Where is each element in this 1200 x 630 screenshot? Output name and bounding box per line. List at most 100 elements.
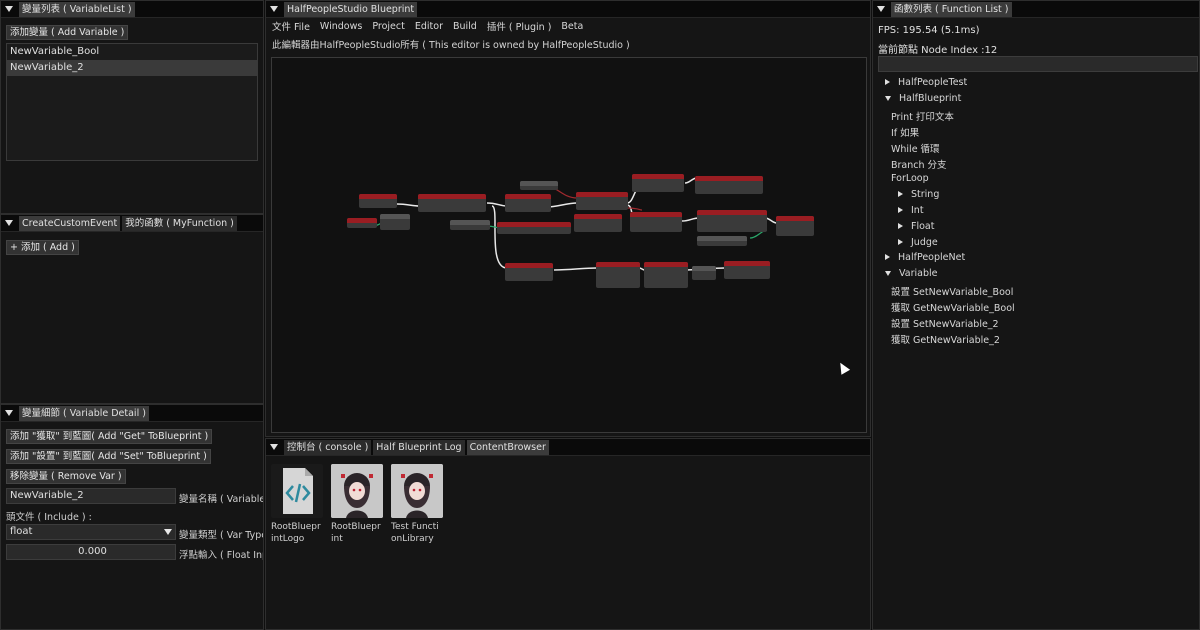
tab-blueprint[interactable]: HalfPeopleStudio Blueprint xyxy=(284,1,418,17)
console-titlebar: 控制台 ( console ) Half Blueprint Log Conte… xyxy=(266,439,870,456)
blueprint-node[interactable] xyxy=(505,194,551,212)
blueprint-node[interactable] xyxy=(418,194,486,212)
tree-item-forloop[interactable]: ForLoop xyxy=(891,173,929,184)
variable-detail-titlebar: 變量細節 ( Variable Detail ) xyxy=(1,405,263,422)
blueprint-node[interactable] xyxy=(630,212,682,232)
tree-item-branch[interactable]: Branch 分支 xyxy=(891,157,947,171)
add-event-button[interactable]: + 添加 ( Add ) xyxy=(6,240,79,255)
tree-item-get-variable-2[interactable]: 獲取 GetNewVariable_2 xyxy=(891,332,1000,346)
link xyxy=(546,202,578,208)
tree-item-halfpeoplenet[interactable]: HalfPeopleNet xyxy=(885,252,965,263)
tree-item-float[interactable]: Float xyxy=(898,221,934,232)
add-variable-button[interactable]: 添加變量 ( Add Variable ) xyxy=(6,25,129,40)
variable-item-bool[interactable]: NewVariable_Bool xyxy=(7,44,257,60)
asset-test-function-library[interactable]: Test FunctionLibrary xyxy=(391,464,443,545)
blueprint-node[interactable] xyxy=(695,176,763,194)
function-list-panel: 函數列表 ( Function List ) FPS: 195.54 (5.1m… xyxy=(872,0,1200,630)
collapse-arrow-icon[interactable] xyxy=(5,410,13,416)
console-panel: 控制台 ( console ) Half Blueprint Log Conte… xyxy=(265,438,871,630)
tree-item-variable[interactable]: Variable xyxy=(885,268,937,279)
collapse-arrow-icon[interactable] xyxy=(877,6,885,12)
asset-thumbnail xyxy=(391,464,443,518)
asset-thumbnail xyxy=(331,464,383,518)
blueprint-node[interactable] xyxy=(724,261,770,279)
variable-list-titlebar: 變量列表 ( VariableList ) xyxy=(1,1,263,18)
add-set-button[interactable]: 添加 "設置" 到藍圖( Add "Set" ToBlueprint ) xyxy=(6,449,211,464)
chevron-right-icon xyxy=(898,239,903,245)
blueprint-node[interactable] xyxy=(450,220,490,230)
collapse-arrow-icon[interactable] xyxy=(270,444,278,450)
blueprint-node[interactable] xyxy=(347,218,377,228)
asset-root-blueprint-logo[interactable]: RootBlueprintLogo xyxy=(271,464,323,545)
collapse-arrow-icon[interactable] xyxy=(5,220,13,226)
menu-build[interactable]: Build xyxy=(453,21,477,32)
variable-list: NewVariable_Bool NewVariable_2 xyxy=(6,43,258,161)
tree-item-set-variable-bool[interactable]: 設置 SetNewVariable_Bool xyxy=(891,284,1013,298)
chevron-right-icon xyxy=(885,254,890,260)
blueprint-node[interactable] xyxy=(576,192,628,210)
blueprint-node[interactable] xyxy=(359,194,397,208)
event-titlebar: CreateCustomEvent 我的函數 ( MyFunction ) xyxy=(1,215,263,232)
blueprint-node[interactable] xyxy=(644,262,688,288)
tree-item-label: Float xyxy=(911,221,935,232)
menu-beta[interactable]: Beta xyxy=(561,21,583,32)
tree-item-if[interactable]: If 如果 xyxy=(891,125,919,139)
tab-function-list[interactable]: 函數列表 ( Function List ) xyxy=(891,1,1012,17)
variable-name-input[interactable]: NewVariable_2 xyxy=(6,488,176,504)
collapse-arrow-icon[interactable] xyxy=(270,6,278,12)
link xyxy=(486,202,508,207)
tab-my-function[interactable]: 我的函數 ( MyFunction ) xyxy=(122,215,237,231)
blueprint-panel: HalfPeopleStudio Blueprint 文件 File Windo… xyxy=(265,0,871,437)
menu-project[interactable]: Project xyxy=(372,21,405,32)
tab-create-custom-event[interactable]: CreateCustomEvent xyxy=(19,215,121,231)
menu-plugin[interactable]: 插件 ( Plugin ) xyxy=(487,19,552,33)
blueprint-node[interactable] xyxy=(697,236,747,246)
tree-item-while[interactable]: While 循環 xyxy=(891,141,940,155)
tree-item-get-variable-bool[interactable]: 獲取 GetNewVariable_Bool xyxy=(891,300,1015,314)
variable-type-select[interactable]: float xyxy=(6,524,176,540)
tree-item-label: Variable xyxy=(899,268,938,279)
tree-item-halfblueprint[interactable]: HalfBlueprint xyxy=(885,93,961,104)
blueprint-node[interactable] xyxy=(505,263,553,281)
blueprint-node[interactable] xyxy=(520,181,558,190)
asset-label: Test FunctionLibrary xyxy=(391,522,439,544)
tree-item-set-variable-2[interactable]: 設置 SetNewVariable_2 xyxy=(891,316,999,330)
menu-editor[interactable]: Editor xyxy=(415,21,443,32)
tab-console[interactable]: 控制台 ( console ) xyxy=(284,439,372,455)
asset-root-blueprint[interactable]: RootBlueprint xyxy=(331,464,383,545)
chevron-right-icon xyxy=(898,191,903,197)
chevron-down-icon xyxy=(164,529,172,535)
tree-item-print[interactable]: Print 打印文本 xyxy=(891,109,954,123)
remove-variable-button[interactable]: 移除變量 ( Remove Var ) xyxy=(6,469,126,484)
blueprint-node[interactable] xyxy=(776,216,814,236)
tree-item-halfpeopletest[interactable]: HalfPeopleTest xyxy=(885,77,967,88)
tree-item-int[interactable]: Int xyxy=(898,205,924,216)
asset-thumbnail xyxy=(271,464,323,518)
variable-item-2[interactable]: NewVariable_2 xyxy=(7,60,257,76)
tab-variable-list[interactable]: 變量列表 ( VariableList ) xyxy=(19,1,135,17)
blueprint-node[interactable] xyxy=(380,214,410,230)
blueprint-node[interactable] xyxy=(632,174,684,192)
blueprint-node[interactable] xyxy=(692,266,716,280)
character-avatar-icon xyxy=(331,464,383,518)
chevron-down-icon xyxy=(885,271,891,276)
variable-type-value: float xyxy=(10,526,33,537)
tab-blueprint-log[interactable]: Half Blueprint Log xyxy=(373,439,465,455)
tab-variable-detail[interactable]: 變量細節 ( Variable Detail ) xyxy=(19,405,149,421)
blueprint-canvas[interactable] xyxy=(271,57,867,433)
link xyxy=(491,205,508,269)
blueprint-node[interactable] xyxy=(697,210,767,232)
event-panel: CreateCustomEvent 我的函數 ( MyFunction ) + … xyxy=(0,214,264,404)
tree-item-string[interactable]: String xyxy=(898,189,939,200)
collapse-arrow-icon[interactable] xyxy=(5,6,13,12)
function-search-input[interactable] xyxy=(878,56,1198,72)
menu-windows[interactable]: Windows xyxy=(320,21,362,32)
blueprint-node[interactable] xyxy=(574,214,622,232)
blueprint-node[interactable] xyxy=(497,222,571,234)
menu-file[interactable]: 文件 File xyxy=(272,19,310,33)
float-input[interactable]: 0.000 xyxy=(6,544,176,560)
tree-item-judge[interactable]: Judge xyxy=(898,237,938,248)
tab-content-browser[interactable]: ContentBrowser xyxy=(466,439,549,455)
add-get-button[interactable]: 添加 "獲取" 到藍圖( Add "Get" ToBlueprint ) xyxy=(6,429,213,444)
blueprint-node[interactable] xyxy=(596,262,640,288)
